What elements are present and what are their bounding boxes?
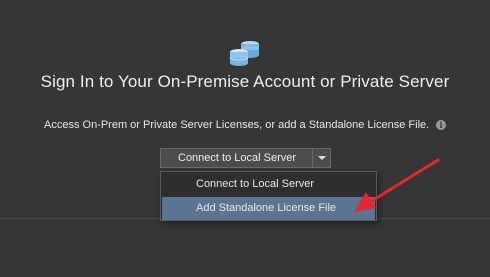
database-icon [228,38,262,68]
info-icon[interactable]: i [436,120,446,130]
menu-item-connect-local-server[interactable]: Connect to Local Server [162,173,375,196]
page-subtitle: Access On-Prem or Private Server License… [44,119,430,131]
connect-local-server-button[interactable]: Connect to Local Server [160,148,314,168]
menu-item-add-standalone-license[interactable]: Add Standalone License File [162,197,375,220]
chevron-down-icon [318,156,327,160]
dropdown-menu: Connect to Local Server Add Standalone L… [160,171,377,221]
connect-split-button: Connect to Local Server [160,148,332,168]
dropdown-toggle-button[interactable] [313,148,332,168]
page-title: Sign In to Your On-Premise Account or Pr… [40,72,450,91]
